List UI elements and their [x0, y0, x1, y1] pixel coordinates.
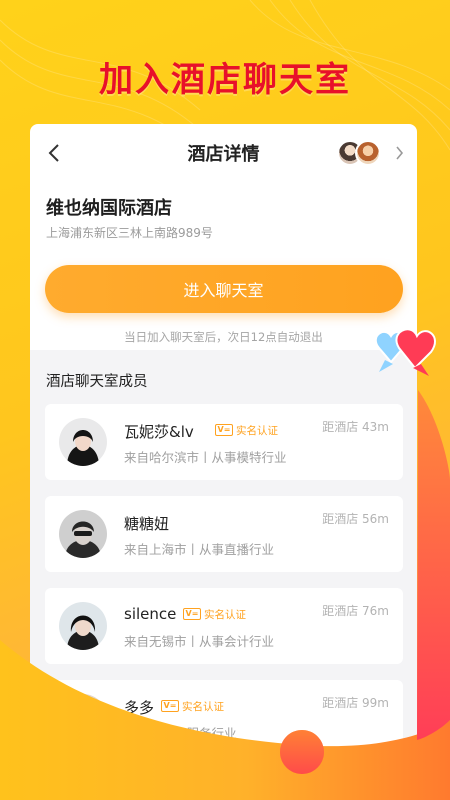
verified-badge: V= 实名认证 [183, 607, 246, 621]
member-avatars[interactable] [337, 140, 381, 166]
member-origin: 来自哈尔滨市丨从事模特行业 [124, 450, 287, 465]
members-section: 酒店聊天室成员 瓦妮莎&lv V= 实名认证 来自哈尔滨市丨从事模特行业 距酒店… [30, 350, 417, 800]
avatar [59, 510, 107, 558]
heart-bubbles-icon [374, 328, 436, 376]
hotel-name: 维也纳国际酒店 [46, 198, 172, 219]
avatar [355, 140, 381, 166]
verified-badge-label: 实名认证 [236, 424, 278, 437]
avatar [59, 694, 107, 742]
back-button[interactable] [42, 138, 66, 168]
verified-badge-label: 实名认证 [204, 608, 246, 621]
chevron-left-icon [48, 144, 59, 162]
member-name: 多多 [124, 699, 155, 717]
verified-icon: V= [161, 700, 179, 712]
avatar [59, 418, 107, 466]
hotel-detail-card: 酒店详情 维也纳国际酒店 上海浦东新区三林上南路989号 进入聊天室 当日加入聊… [30, 124, 417, 800]
enter-chatroom-button[interactable]: 进入聊天室 [44, 265, 403, 313]
member-distance: 距酒店 43m [322, 420, 389, 434]
hotel-address: 上海浦东新区三林上南路989号 [46, 226, 213, 240]
verified-icon: V= [183, 608, 201, 620]
member-distance: 距酒店 56m [322, 512, 389, 526]
members-title: 酒店聊天室成员 [46, 374, 148, 390]
member-origin: 来自丨从事服务行业 [124, 726, 237, 741]
page-title: 酒店详情 [187, 144, 260, 165]
more-members-button[interactable] [391, 142, 407, 164]
avatar [59, 602, 107, 650]
member-distance: 距酒店 76m [322, 604, 389, 618]
member-card[interactable]: 多多 V= 实名认证 来自丨从事服务行业 距酒店 99m [45, 680, 403, 756]
member-name: 糖糖妞 [124, 515, 170, 533]
hotel-info: 维也纳国际酒店 上海浦东新区三林上南路989号 [30, 182, 417, 241]
member-card[interactable]: 瓦妮莎&lv V= 实名认证 来自哈尔滨市丨从事模特行业 距酒店 43m [45, 404, 403, 480]
verified-badge: V= 实名认证 [215, 423, 278, 437]
member-origin: 来自无锡市丨从事会计行业 [124, 634, 275, 649]
navigation-bar: 酒店详情 [30, 124, 417, 182]
member-name: 瓦妮莎&lv [124, 423, 194, 441]
verified-badge-label: 实名认证 [182, 700, 224, 713]
member-card[interactable]: silence V= 实名认证 来自无锡市丨从事会计行业 距酒店 76m [45, 588, 403, 664]
enter-note: 当日加入聊天室后，次日12点自动退出 [124, 330, 323, 344]
verified-badge: V= 实名认证 [161, 699, 224, 713]
member-card[interactable]: 糖糖妞 来自上海市丨从事直播行业 距酒店 56m [45, 496, 403, 572]
verified-icon: V= [215, 424, 233, 436]
member-origin: 来自上海市丨从事直播行业 [124, 542, 275, 557]
promo-title: 加入酒店聊天室 [99, 60, 351, 100]
chevron-right-icon [395, 146, 403, 160]
member-distance: 距酒店 99m [322, 696, 389, 710]
member-name: silence [124, 605, 177, 623]
